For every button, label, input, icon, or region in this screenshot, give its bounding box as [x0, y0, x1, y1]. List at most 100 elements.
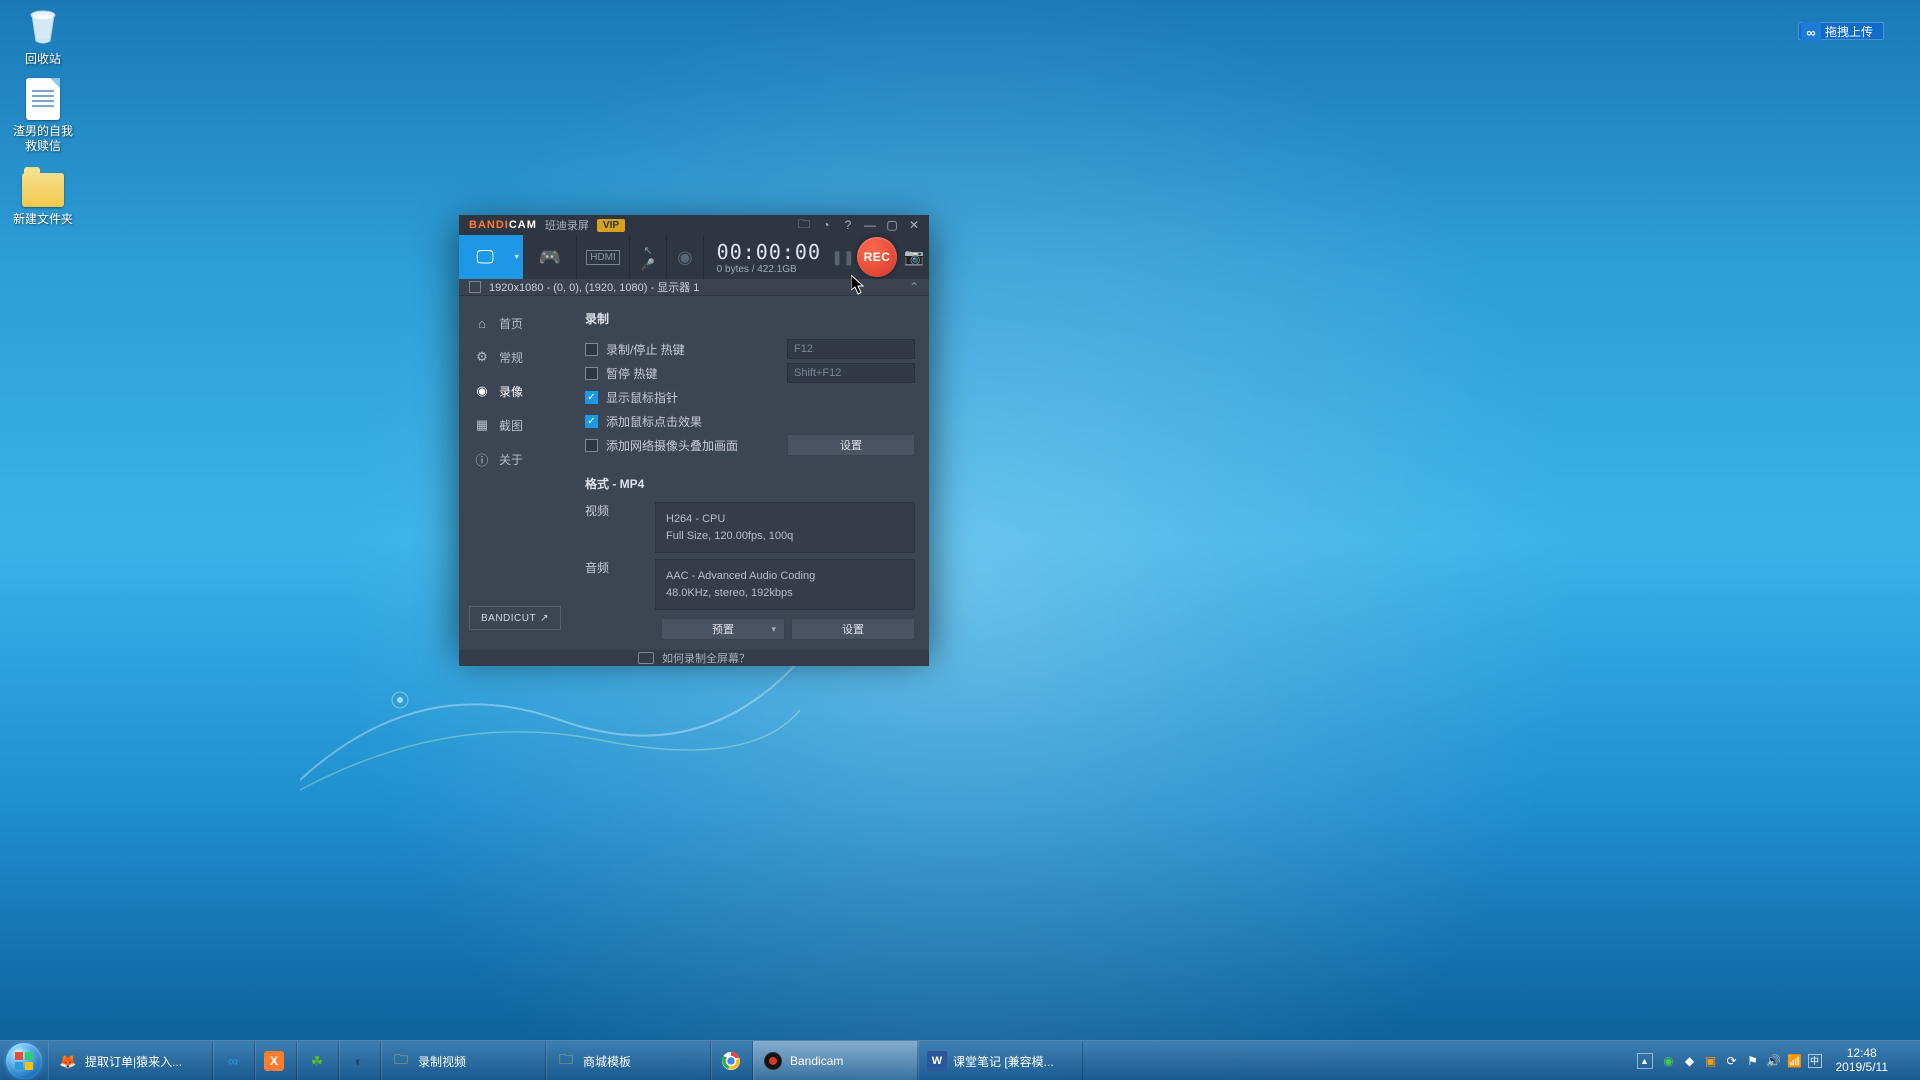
- maximize-button[interactable]: ▢: [881, 215, 903, 235]
- gamepad-icon: 🎮: [539, 247, 561, 268]
- taskbar-item-baidu[interactable]: ∞: [213, 1041, 255, 1080]
- system-tray: ▲ ◉ ◆ ▣ ⟳ ⚑ 🔊 📶 中 12:48 2019/5/11: [1633, 1041, 1920, 1080]
- bandicam-logo: BANDICAM: [469, 219, 537, 231]
- bandicam-icon: [762, 1050, 784, 1072]
- taskbar-item-folder-1[interactable]: 🗀 录制视频: [381, 1041, 546, 1080]
- bandicut-link[interactable]: BANDICUT↗: [469, 606, 561, 630]
- tray-show-hidden[interactable]: ▲: [1637, 1053, 1653, 1069]
- taskbar: 🦊 提取订单|猿来入... ∞ X ☘ ◐ 🗀 录制视频 🗀 商城模板: [0, 1040, 1920, 1080]
- sidebar-item-about[interactable]: ⓘ 关于: [459, 442, 571, 476]
- external-icon: ↗: [540, 613, 549, 624]
- record-button[interactable]: REC: [857, 237, 897, 277]
- tray-volume-icon[interactable]: 🔊: [1766, 1053, 1782, 1069]
- leaf-icon: ☘: [306, 1050, 328, 1072]
- taskbar-item-label: 课堂笔记 [兼容模...: [953, 1053, 1054, 1070]
- bandicam-footer[interactable]: 如何录制全屏幕？: [459, 650, 929, 666]
- wallpaper-glow: [0, 0, 1920, 1080]
- taskbar-item-label: Bandicam: [790, 1054, 843, 1068]
- cloud-upload-widget[interactable]: ∞ 拖拽上传: [1798, 22, 1884, 40]
- minimize-button[interactable]: —: [859, 215, 881, 235]
- section-title-record: 录制: [585, 310, 915, 327]
- taskbar-item-bandicam[interactable]: Bandicam: [753, 1041, 918, 1080]
- sidebar-item-label: 常规: [499, 349, 523, 366]
- tray-update-icon[interactable]: ⟳: [1724, 1053, 1740, 1069]
- taskbar-item-folder-2[interactable]: 🗀 商城模板: [546, 1041, 711, 1080]
- image-icon: ▦: [475, 417, 489, 433]
- taskbar-item-php[interactable]: ☘: [297, 1041, 339, 1080]
- screenshot-button[interactable]: 📷: [899, 247, 929, 267]
- desktop-icon-label: 新建文件夹: [13, 212, 73, 227]
- mode-webcam[interactable]: ◉: [667, 235, 703, 279]
- bandicam-subtitle: 班迪录屏: [545, 217, 589, 233]
- folder-icon: [22, 166, 64, 208]
- sidebar-item-label: 录像: [499, 383, 523, 400]
- start-orb-icon: [6, 1043, 42, 1079]
- close-button[interactable]: ✕: [903, 215, 925, 235]
- chrome-icon: [720, 1050, 742, 1072]
- tray-network-icon[interactable]: 📶: [1787, 1053, 1803, 1069]
- mode-screen-dropdown[interactable]: ▾: [511, 235, 523, 279]
- mode-cursor-mic[interactable]: ↖ 🎤: [630, 235, 666, 279]
- checkbox-webcam-overlay[interactable]: [585, 439, 598, 452]
- label-video: 视频: [585, 502, 655, 553]
- webcam-settings-button[interactable]: 设置: [787, 434, 915, 456]
- label-hotkey: 录制/停止 热键: [606, 341, 685, 358]
- sidebar-item-home[interactable]: ⌂ 首页: [459, 306, 571, 340]
- checkbox-show-cursor[interactable]: ✓: [585, 391, 598, 404]
- tray-app-icon[interactable]: ▣: [1703, 1053, 1719, 1069]
- taskbar-item-label: 商城模板: [583, 1053, 631, 1070]
- bandicam-titlebar[interactable]: BANDICAM 班迪录屏 VIP 🗀 ◔ ? — ▢ ✕: [459, 215, 929, 235]
- sidebar-item-label: 首页: [499, 315, 523, 332]
- mode-device[interactable]: HDMI: [577, 235, 629, 279]
- label-show-cursor: 显示鼠标指针: [606, 389, 678, 406]
- desktop-icon-doc[interactable]: 渣男的自我救赎信: [6, 78, 80, 154]
- open-folder-button[interactable]: 🗀: [793, 215, 815, 235]
- taskbar-item-word[interactable]: W 课堂笔记 [兼容模...: [918, 1041, 1083, 1080]
- taskbar-item-eclipse[interactable]: ◐: [339, 1041, 381, 1080]
- mode-screen-rect[interactable]: 🖵: [459, 235, 511, 279]
- hdmi-icon: HDMI: [586, 250, 620, 265]
- schedule-button[interactable]: ◔: [815, 215, 837, 235]
- collapse-chevron-icon[interactable]: ⌃: [909, 280, 919, 294]
- help-button[interactable]: ?: [837, 215, 859, 235]
- area-lock-checkbox[interactable]: [469, 281, 481, 293]
- eclipse-icon: ◐: [348, 1050, 370, 1072]
- sidebar-item-general[interactable]: ⚙ 常规: [459, 340, 571, 374]
- gear-icon: ⚙: [475, 349, 489, 365]
- sidebar-item-capture[interactable]: ▦ 截图: [459, 408, 571, 442]
- text-file-icon: [22, 78, 64, 120]
- folder-icon: 🗀: [555, 1050, 577, 1072]
- taskbar-item-label: 提取订单|猿来入...: [85, 1053, 182, 1070]
- baidu-cloud-icon: ∞: [222, 1050, 244, 1072]
- video-format-box: H264 - CPU Full Size, 120.00fps, 100q: [655, 502, 915, 553]
- pause-button[interactable]: ❚❚: [831, 249, 855, 266]
- tray-security-icon[interactable]: ◆: [1682, 1053, 1698, 1069]
- bandicam-vip-badge: VIP: [597, 219, 625, 232]
- video-icon: ◉: [475, 383, 489, 399]
- tray-ime-icon[interactable]: 中: [1808, 1054, 1822, 1068]
- tray-wechat-icon[interactable]: ◉: [1661, 1053, 1677, 1069]
- input-pause-hotkey[interactable]: [787, 363, 915, 383]
- keyboard-icon: [638, 652, 654, 664]
- input-hotkey[interactable]: [787, 339, 915, 359]
- desktop-icon-folder[interactable]: 新建文件夹: [6, 166, 80, 227]
- label-click-effect: 添加鼠标点击效果: [606, 413, 702, 430]
- webcam-icon: ◉: [677, 247, 693, 268]
- format-settings-button[interactable]: 设置: [791, 618, 915, 640]
- desktop-icon-recycle-bin[interactable]: 回收站: [6, 6, 80, 67]
- taskbar-item-xampp[interactable]: X: [255, 1041, 297, 1080]
- footer-help-text: 如何录制全屏幕？: [662, 650, 750, 666]
- taskbar-item-firefox[interactable]: 🦊 提取订单|猿来入...: [48, 1041, 213, 1080]
- checkbox-click-effect[interactable]: ✓: [585, 415, 598, 428]
- record-area-infobar[interactable]: 1920x1080 - (0, 0), (1920, 1080) - 显示器 1…: [459, 279, 929, 296]
- checkbox-pause-hotkey[interactable]: [585, 367, 598, 380]
- checkbox-hotkey[interactable]: [585, 343, 598, 356]
- taskbar-item-chrome[interactable]: [711, 1041, 753, 1080]
- taskbar-clock[interactable]: 12:48 2019/5/11: [1830, 1047, 1895, 1073]
- start-button[interactable]: [0, 1041, 48, 1080]
- mode-game[interactable]: 🎮: [524, 235, 576, 279]
- sidebar-item-record[interactable]: ◉ 录像: [459, 374, 571, 408]
- taskbar-item-label: 录制视频: [418, 1053, 466, 1070]
- tray-action-center-icon[interactable]: ⚑: [1745, 1053, 1761, 1069]
- preset-button[interactable]: 预置▾: [661, 618, 785, 640]
